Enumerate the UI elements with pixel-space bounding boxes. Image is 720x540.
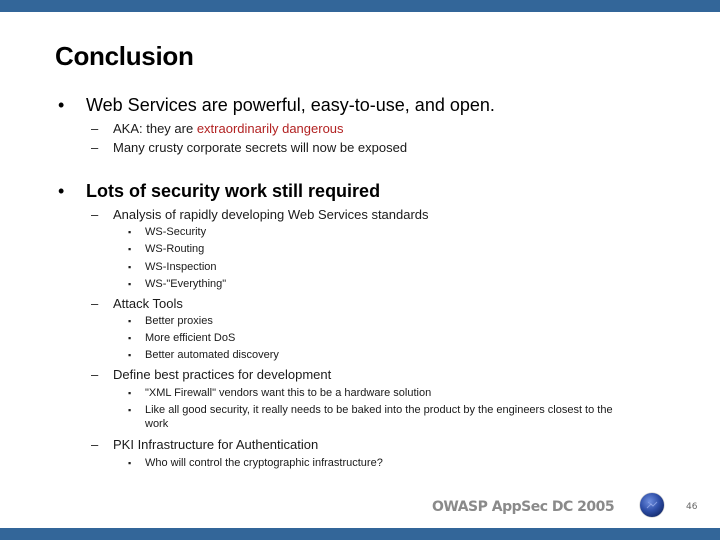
list-item-text: Better proxies	[145, 315, 213, 327]
list-item-text: WS-"Everything"	[145, 278, 227, 290]
page-number: 46	[686, 502, 698, 512]
bullet-glyph: •	[58, 95, 65, 115]
list-item-text: WS-Inspection	[145, 261, 217, 273]
list-item-text: WS-Security	[145, 226, 207, 238]
list-item-text: More efficient DoS	[145, 332, 236, 344]
sub-bullet-text: AKA: they are	[113, 121, 197, 136]
square-bullet-glyph: ▪	[128, 458, 132, 468]
dash-glyph: –	[91, 437, 99, 452]
square-bullet-glyph: ▪	[128, 316, 132, 326]
list-item-text: Like all good security, it really needs …	[145, 404, 613, 416]
bullet-text: Web Services are powerful, easy-to-use, …	[86, 95, 495, 115]
square-bullet-glyph: ▪	[128, 405, 132, 415]
slide-title: Conclusion	[55, 41, 194, 71]
list-item-text: work	[145, 418, 169, 430]
square-bullet-glyph: ▪	[128, 244, 132, 254]
square-bullet-glyph: ▪	[128, 350, 132, 360]
list-item-text: Better automated discovery	[145, 349, 279, 361]
sub-bullet-text: Define best practices for development	[113, 367, 332, 382]
sub-bullet-text: Attack Tools	[113, 296, 183, 311]
list-item-text: Who will control the cryptographic infra…	[145, 457, 383, 469]
owasp-globe-icon	[640, 493, 664, 517]
list-item-text: "XML Firewall" vendors want this to be a…	[145, 387, 432, 399]
dash-glyph: –	[91, 121, 99, 136]
square-bullet-glyph: ▪	[128, 227, 132, 237]
square-bullet-glyph: ▪	[128, 279, 132, 289]
dash-glyph: –	[91, 296, 99, 311]
bottom-banner-bar	[0, 528, 720, 540]
bullet-glyph: •	[58, 181, 65, 201]
sub-bullet-text: PKI Infrastructure for Authentication	[113, 437, 319, 452]
highlighted-text: extraordinarily dangerous	[196, 121, 344, 136]
dash-glyph: –	[91, 367, 99, 382]
conference-footer: OWASP AppSec DC 2005	[432, 499, 615, 515]
top-banner-bar	[0, 0, 720, 12]
list-item-text: WS-Routing	[145, 243, 205, 255]
sub-bullet-text: Many crusty corporate secrets will now b…	[113, 140, 408, 155]
square-bullet-glyph: ▪	[128, 388, 132, 398]
bullet-text: Lots of security work still required	[86, 181, 381, 201]
dash-glyph: –	[91, 140, 99, 155]
square-bullet-glyph: ▪	[128, 262, 132, 272]
sub-bullet-text: Analysis of rapidly developing Web Servi…	[113, 207, 429, 222]
square-bullet-glyph: ▪	[128, 333, 132, 343]
dash-glyph: –	[91, 207, 99, 222]
